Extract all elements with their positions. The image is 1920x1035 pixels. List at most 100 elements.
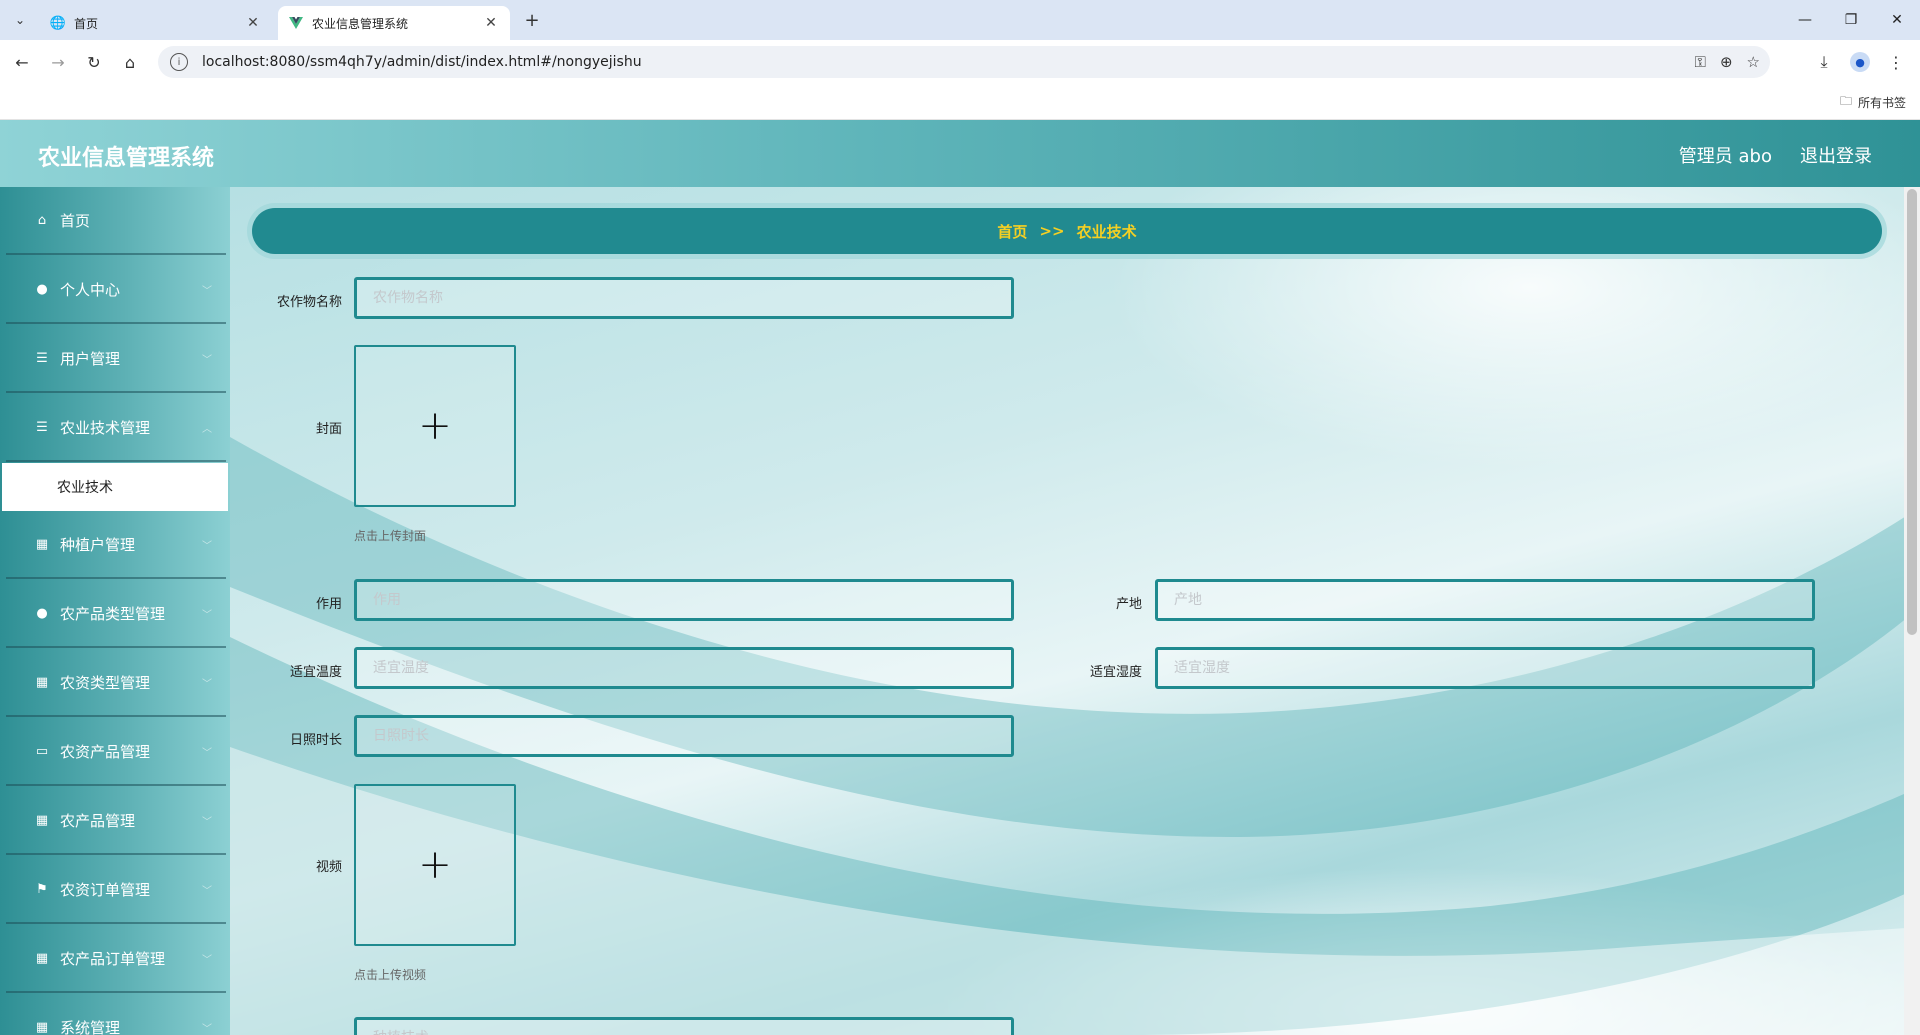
video-upload-hint: 点击上传视频 [354,968,427,982]
sidebar-item-products[interactable]: ▦ 农产品管理 ﹀ [6,787,226,855]
sidebar-item-label: 农业技术管理 [60,418,151,437]
back-icon[interactable]: ← [10,50,34,74]
chevron-down-icon: ﹀ [202,354,212,366]
sidebar-item-product-orders[interactable]: ▦ 农产品订单管理 ﹀ [6,925,226,993]
star-icon[interactable]: ☆ [1747,53,1760,71]
video-upload[interactable]: + [354,784,516,946]
sidebar-item-system[interactable]: ▦ 系统管理 ﹀ [6,994,226,1035]
sidebar-item-product-types[interactable]: ● 农产品类型管理 ﹀ [6,580,226,648]
all-bookmarks-label: 所有书签 [1857,96,1906,110]
close-icon[interactable]: ✕ [482,15,500,31]
planting-tech-input[interactable] [354,1017,1014,1035]
origin-label: 产地 [1115,597,1142,612]
browser-tab-home[interactable]: 🌐 首页 ✕ [40,6,272,40]
chevron-down-icon: ﹀ [202,747,212,759]
temperature-label: 适宜温度 [289,665,342,680]
browser-tabbar: ⌄ 🌐 首页 ✕ 农业信息管理系统 ✕ + — ❐ ✕ [0,0,1920,40]
cover-upload[interactable]: + [354,345,516,507]
new-tab-icon[interactable]: + [520,8,544,32]
sidebar-item-growers[interactable]: ▦ 种植户管理 ﹀ [6,511,226,579]
browser-tab-app[interactable]: 农业信息管理系统 ✕ [278,6,510,40]
sidebar-item-label: 农资产品管理 [60,742,151,761]
app-title: 农业信息管理系统 [38,146,215,171]
sidebar-item-label: 用户管理 [60,349,121,368]
reload-icon[interactable]: ↻ [82,50,106,74]
origin-input[interactable] [1155,579,1815,621]
sidebar-item-label: 个人中心 [60,280,121,299]
sidebar-item-label: 农资订单管理 [60,880,151,899]
sidebar-item-users[interactable]: ☰ 用户管理 ﹀ [6,325,226,393]
sidebar-subitem-agri-tech[interactable]: 农业技术 [2,463,228,511]
app-header: 农业信息管理系统 管理员 abo 退出登录 [0,120,1920,187]
sidebar-item-supply-products[interactable]: ▭ 农资产品管理 ﹀ [6,718,226,786]
crop-name-label: 农作物名称 [276,295,342,310]
app-root: 农业信息管理系统 管理员 abo 退出登录 ⌂ 首页 ● 个人中心 ﹀ ☰ 用户… [0,120,1920,1035]
sunshine-input[interactable] [354,715,1014,757]
sidebar-item-label: 系统管理 [60,1018,121,1035]
sidebar: ⌂ 首页 ● 个人中心 ﹀ ☰ 用户管理 ﹀ ☰ 农业技术管理 ︿ 农业技术 ▦… [0,187,230,1035]
more-menu-icon[interactable]: ⋮ [1884,50,1908,74]
humidity-input[interactable] [1155,647,1815,689]
home-icon: ⌂ [37,212,47,228]
chevron-down-icon: ﹀ [202,609,212,621]
site-info-icon[interactable]: i [170,53,188,71]
breadcrumb-home[interactable]: 首页 [997,221,1027,242]
url-text: localhost:8080/ssm4qh7y/admin/dist/index… [202,54,642,70]
breadcrumb-current: 农业技术 [1076,222,1137,241]
bookmarks-bar: 🗀 所有书签 [0,84,1920,120]
crop-name-input[interactable] [354,277,1014,319]
restore-icon[interactable]: ❐ [1828,0,1874,40]
vue-icon [288,15,304,31]
all-bookmarks-button[interactable]: 🗀 所有书签 [1840,92,1906,113]
window-close-icon[interactable]: ✕ [1874,0,1920,40]
grid-icon: ▦ [35,674,49,690]
close-icon[interactable]: ✕ [244,15,262,31]
sidebar-item-label: 农资类型管理 [60,673,151,692]
list-icon: ☰ [36,419,48,435]
sidebar-item-home[interactable]: ⌂ 首页 [6,187,226,255]
list-icon: ☰ [36,350,48,366]
sidebar-subitem-label: 农业技术 [57,480,113,496]
folder-icon: 🗀 [1839,94,1852,108]
chevron-down-icon: ﹀ [202,285,212,297]
sunshine-label: 日照时长 [289,733,342,748]
grid-icon: ▦ [35,536,49,552]
browser-addressbar: ← → ↻ ⌂ i localhost:8080/ssm4qh7y/admin/… [0,40,1920,84]
chevron-down-icon: ﹀ [202,816,212,828]
logout-button[interactable]: 退出登录 [1800,142,1872,168]
sidebar-item-label: 种植户管理 [60,535,136,554]
chevron-down-icon: ﹀ [202,885,212,897]
cover-upload-hint: 点击上传封面 [354,529,427,543]
download-icon[interactable]: ⤓ [1812,50,1836,74]
user-icon: ● [36,281,48,297]
scrollbar[interactable] [1904,187,1920,1035]
home-icon[interactable]: ⌂ [118,50,142,74]
grid-icon: ▦ [35,812,49,828]
chevron-down-icon: ﹀ [202,1023,212,1035]
forward-icon[interactable]: → [46,50,70,74]
minimize-icon[interactable]: — [1782,0,1828,40]
scrollbar-thumb[interactable] [1907,189,1917,635]
video-label: 视频 [315,860,342,875]
user-icon: ● [36,605,48,621]
flag-icon: ⚑ [36,881,48,897]
temperature-input[interactable] [354,647,1014,689]
url-bar[interactable]: i localhost:8080/ssm4qh7y/admin/dist/ind… [158,46,1770,78]
grid-icon: ▦ [35,1019,49,1035]
key-icon[interactable]: ⚿ [1695,53,1706,71]
sidebar-item-label: 农产品订单管理 [60,949,166,968]
breadcrumb: 首页 >> 农业技术 [252,208,1882,254]
sidebar-item-supply-orders[interactable]: ⚑ 农资订单管理 ﹀ [6,856,226,924]
grid-icon: ▦ [35,950,49,966]
chevron-down-icon: ﹀ [202,540,212,552]
sidebar-item-profile[interactable]: ● 个人中心 ﹀ [6,256,226,324]
effect-input[interactable] [354,579,1014,621]
zoom-icon[interactable]: ⊕ [1720,53,1733,71]
profile-icon[interactable]: ● [1848,50,1872,74]
tab-search-icon[interactable]: ⌄ [8,8,32,32]
chevron-up-icon: ︿ [202,423,212,435]
globe-icon: 🌐 [49,15,67,31]
sidebar-item-agri-tech[interactable]: ☰ 农业技术管理 ︿ [6,394,226,462]
sidebar-item-supply-types[interactable]: ▦ 农资类型管理 ﹀ [6,649,226,717]
chevron-down-icon: ﹀ [202,954,212,966]
